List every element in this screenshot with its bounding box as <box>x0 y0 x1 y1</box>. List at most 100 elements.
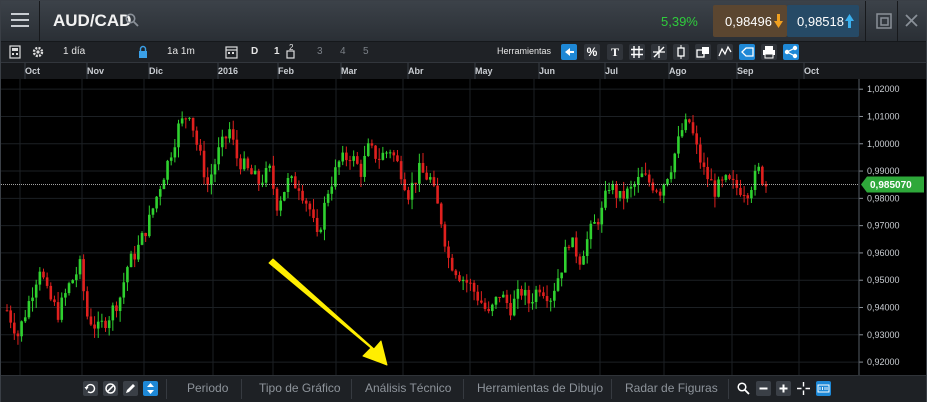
buy-price: 0,98518 <box>797 14 844 29</box>
candle-body <box>213 164 217 175</box>
candle-body <box>688 119 691 123</box>
candle-body <box>604 190 607 208</box>
candle-body <box>184 118 188 120</box>
candle-body <box>20 321 23 337</box>
x-tick-label: Abr <box>408 66 424 76</box>
compare-icon[interactable] <box>695 44 711 60</box>
candle-body <box>647 174 651 183</box>
detach-icon[interactable] <box>876 13 892 29</box>
close-icon[interactable] <box>905 14 918 27</box>
tab-radar-figuras[interactable]: Radar de Figuras <box>625 381 718 395</box>
candle-body <box>140 232 144 245</box>
scroll-arrows-icon[interactable] <box>143 381 158 396</box>
y-tick-label: 0,94000 <box>867 303 900 313</box>
annotation-arrow <box>268 258 388 366</box>
candle-body <box>89 316 93 325</box>
sell-price-button[interactable]: 0,98496 <box>713 5 787 37</box>
back-arrow-icon[interactable] <box>561 44 577 60</box>
candle-body <box>283 192 286 201</box>
candle-body <box>107 320 111 329</box>
candle-type-icon[interactable] <box>673 44 689 60</box>
candle-body <box>348 160 352 162</box>
candle-body <box>166 160 169 180</box>
search-icon[interactable] <box>125 13 139 27</box>
layout-5[interactable]: 5 <box>363 46 369 57</box>
candle-body <box>337 161 341 168</box>
candle-body <box>454 270 458 276</box>
price-chart[interactable]: Oct Nov Dic 2016 Feb Mar Abr May Jun Jul Ago Sep Oct… <box>1 63 926 375</box>
calendar-icon[interactable] <box>225 44 238 60</box>
candle-body <box>553 290 556 301</box>
candle-body <box>75 274 78 281</box>
print-icon[interactable] <box>761 44 777 60</box>
tab-tipo-grafico[interactable]: Tipo de Gráfico <box>259 381 341 395</box>
candle-body <box>731 178 735 180</box>
indicator-icon[interactable] <box>717 44 733 60</box>
share-icon[interactable] <box>783 44 799 60</box>
candle-body <box>589 223 593 240</box>
zoom-out-icon[interactable] <box>756 381 771 396</box>
chart-window: AUD/CAD 5,39% 0,98496 0,98518 1 día 1a 1… <box>0 0 927 402</box>
candle-body <box>626 188 629 199</box>
candle-body <box>144 232 147 237</box>
candle-body <box>534 289 538 302</box>
zoom-in-icon[interactable] <box>776 381 791 396</box>
candle-body <box>12 322 16 334</box>
crosshair-tool-icon[interactable] <box>651 44 667 60</box>
candle-body <box>377 158 381 160</box>
candle-body <box>366 143 370 156</box>
candle-body <box>301 190 304 201</box>
menu-icon[interactable] <box>11 13 29 29</box>
candle-body <box>286 178 290 193</box>
tab-divider <box>166 379 167 399</box>
grid-icon[interactable] <box>629 44 645 60</box>
block-icon[interactable] <box>103 381 118 396</box>
buy-price-button[interactable]: 0,98518 <box>787 5 859 37</box>
header-divider <box>39 1 40 41</box>
candle-body <box>253 170 257 175</box>
candle-body <box>593 222 596 224</box>
tab-herramientas-dibujo[interactable]: Herramientas de Dibujo <box>477 381 603 395</box>
refresh-icon[interactable] <box>83 381 98 396</box>
candle-body <box>173 147 177 158</box>
candle-body <box>96 321 100 329</box>
percent-button[interactable]: % <box>584 44 600 60</box>
candle-body <box>268 165 272 169</box>
candle-body <box>217 147 220 165</box>
layout-1[interactable]: 1 <box>274 46 280 57</box>
candle-body <box>104 320 107 329</box>
crosshair-icon[interactable] <box>796 381 811 396</box>
candle-body <box>82 259 85 292</box>
zoom-icon[interactable] <box>736 381 751 396</box>
data-values-icon[interactable] <box>816 381 831 396</box>
candle-body <box>56 302 60 320</box>
candle-body <box>359 163 363 177</box>
lock-icon[interactable] <box>138 44 148 60</box>
period-select[interactable]: 1 día <box>63 46 85 57</box>
candle-body <box>483 302 487 309</box>
candle-body <box>352 156 355 161</box>
current-price-label: 0,985070 <box>870 180 912 191</box>
tab-analisis-tecnico[interactable]: Análisis Técnico <box>365 381 451 395</box>
candle-body <box>567 246 571 248</box>
label-icon[interactable] <box>739 44 755 60</box>
candle-body <box>709 179 713 181</box>
candle-body <box>210 174 213 185</box>
chart-canvas[interactable]: Oct Nov Dic 2016 Feb Mar Abr May Jun Jul Ago Sep Oct… <box>1 63 926 375</box>
layout-4[interactable]: 4 <box>340 46 346 57</box>
pencil-icon[interactable] <box>123 381 138 396</box>
text-tool-icon[interactable]: T <box>607 44 623 60</box>
calculator-icon[interactable] <box>9 44 21 60</box>
gear-icon[interactable] <box>31 44 45 60</box>
candle-body <box>23 317 27 322</box>
candle-body <box>34 284 38 298</box>
tab-periodo[interactable]: Periodo <box>187 381 228 395</box>
range-select[interactable]: 1a 1m <box>167 46 195 57</box>
candle-body <box>5 310 9 312</box>
candle-body <box>118 297 122 312</box>
candle-body <box>257 170 261 184</box>
candle-body <box>133 253 137 260</box>
layout-3[interactable]: 3 <box>317 46 323 57</box>
chart-toolbar: 1 día 1a 1m D 1 2 3 4 5 Herramientas % T <box>1 42 926 63</box>
interval-d[interactable]: D <box>251 46 258 57</box>
